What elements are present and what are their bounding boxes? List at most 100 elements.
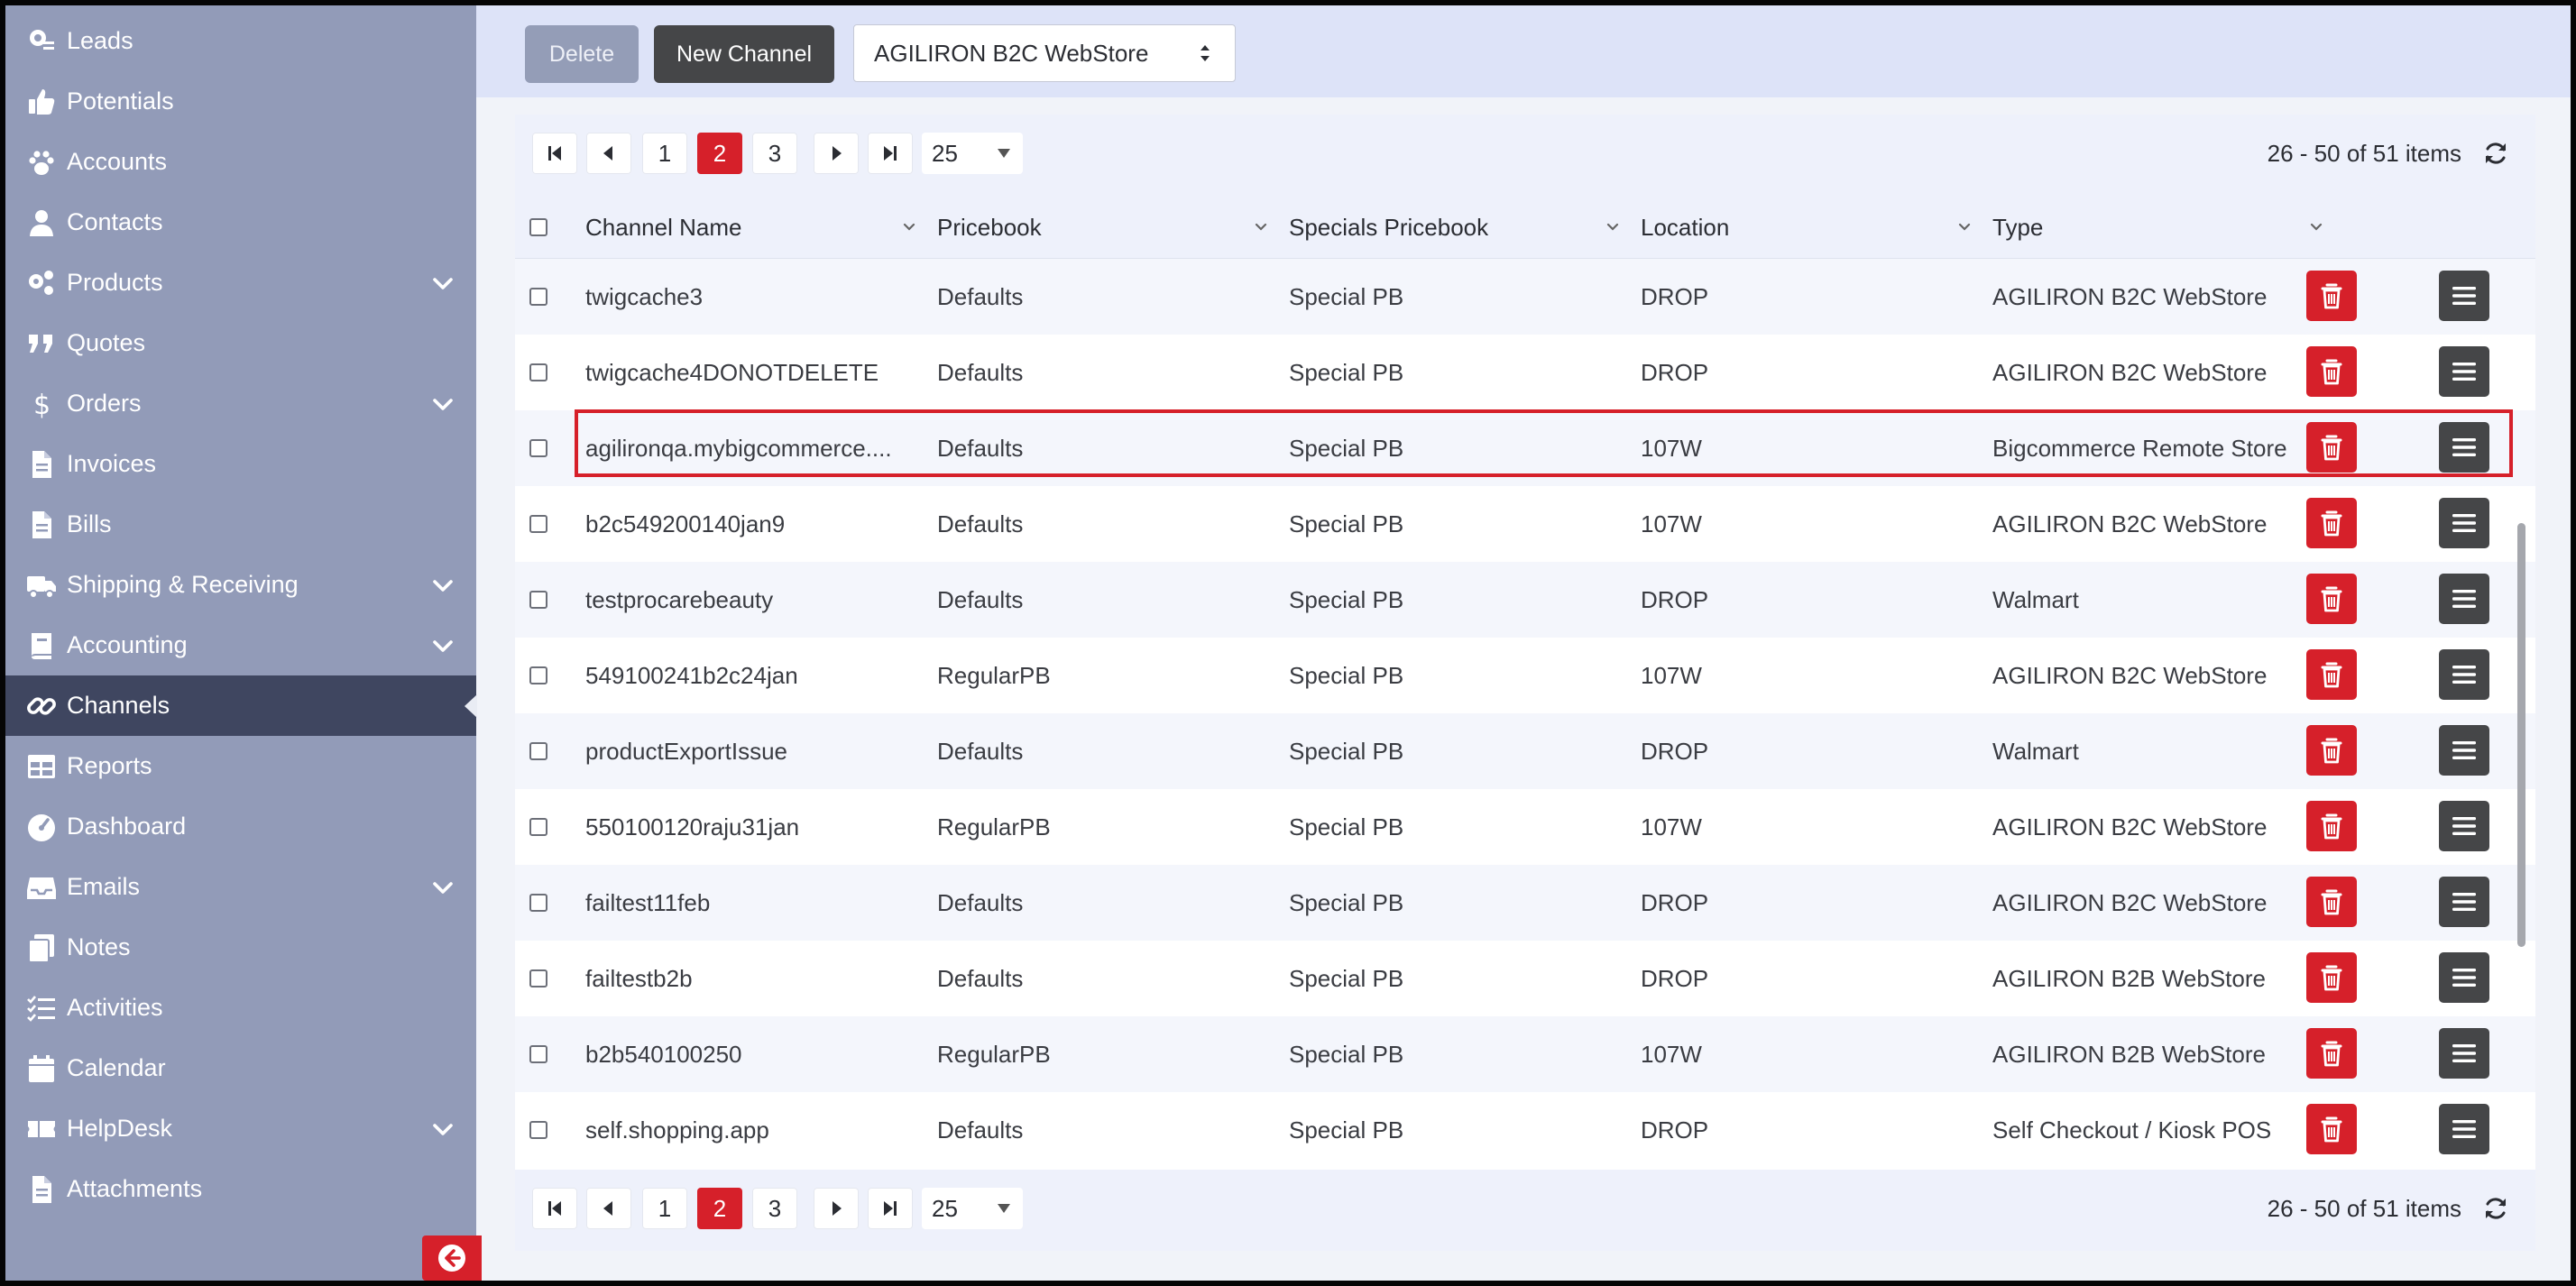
chevron-down-icon[interactable] bbox=[1603, 217, 1623, 237]
row-checkbox[interactable] bbox=[529, 288, 547, 306]
sidebar-item-accounts[interactable]: Accounts bbox=[5, 132, 476, 192]
row-menu-button[interactable] bbox=[2439, 422, 2489, 473]
page-button-3[interactable]: 3 bbox=[752, 133, 797, 174]
column-header-channel-name[interactable]: Channel Name bbox=[585, 196, 919, 259]
prev-page-button[interactable] bbox=[586, 1188, 631, 1229]
column-header-specials-pricebook[interactable]: Specials Pricebook bbox=[1289, 196, 1623, 259]
page-button-1[interactable]: 1 bbox=[642, 133, 687, 174]
table-row[interactable]: productExportIssue Defaults Special PB DROP… bbox=[515, 713, 2535, 789]
grid-scrollbar[interactable] bbox=[2517, 523, 2525, 947]
row-checkbox[interactable] bbox=[529, 666, 547, 684]
delete-row-button[interactable] bbox=[2306, 725, 2357, 776]
cell-name[interactable]: testprocarebeauty bbox=[585, 562, 773, 638]
sidebar-item-reports[interactable]: Reports bbox=[5, 736, 476, 796]
row-checkbox[interactable] bbox=[529, 969, 547, 987]
chevron-down-icon[interactable] bbox=[899, 217, 919, 237]
delete-row-button[interactable] bbox=[2306, 801, 2357, 851]
row-menu-button[interactable] bbox=[2439, 801, 2489, 851]
cell-name[interactable]: twigcache3 bbox=[585, 259, 703, 335]
cell-name[interactable]: twigcache4DONOTDELETE bbox=[585, 335, 879, 410]
cell-name[interactable]: failtest11feb bbox=[585, 865, 710, 941]
column-header-type[interactable]: Type bbox=[1992, 196, 2326, 259]
table-row[interactable]: b2c549200140jan9 Defaults Special PB 107W AG… bbox=[515, 486, 2535, 562]
row-checkbox[interactable] bbox=[529, 515, 547, 533]
cell-name[interactable]: self.shopping.app bbox=[585, 1092, 769, 1168]
next-page-button[interactable] bbox=[814, 1188, 859, 1229]
row-checkbox[interactable] bbox=[529, 591, 547, 609]
next-page-button[interactable] bbox=[814, 133, 859, 174]
row-menu-button[interactable] bbox=[2439, 574, 2489, 624]
row-menu-button[interactable] bbox=[2439, 649, 2489, 700]
sidebar-item-channels[interactable]: Channels bbox=[5, 675, 477, 736]
sidebar-item-leads[interactable]: Leads bbox=[5, 11, 476, 71]
row-checkbox[interactable] bbox=[529, 363, 547, 381]
table-row[interactable]: twigcache3 Defaults Special PB DROP AGILIRON… bbox=[515, 259, 2535, 335]
sidebar-item-activities[interactable]: Activities bbox=[5, 978, 476, 1038]
sidebar-item-accounting[interactable]: Accounting bbox=[5, 615, 476, 675]
page-size-select[interactable]: 25 bbox=[922, 1188, 1023, 1229]
row-checkbox[interactable] bbox=[529, 742, 547, 760]
refresh-icon[interactable] bbox=[2481, 1194, 2510, 1223]
table-row[interactable]: 550100120raju31jan RegularPB Special PB 107… bbox=[515, 789, 2535, 865]
table-row[interactable]: twigcache4DONOTDELETE Defaults Special PB D… bbox=[515, 335, 2535, 410]
cell-name[interactable]: 549100241b2c24jan bbox=[585, 638, 798, 713]
chevron-down-icon[interactable] bbox=[1251, 217, 1271, 237]
row-menu-button[interactable] bbox=[2439, 1104, 2489, 1154]
row-menu-button[interactable] bbox=[2439, 271, 2489, 321]
page-button-3[interactable]: 3 bbox=[752, 1188, 797, 1229]
store-type-select[interactable]: AGILIRON B2C WebStore bbox=[853, 24, 1236, 82]
delete-row-button[interactable] bbox=[2306, 498, 2357, 548]
chevron-down-icon[interactable] bbox=[429, 874, 456, 901]
page-button-2[interactable]: 2 bbox=[697, 1188, 742, 1229]
chevron-down-icon[interactable] bbox=[1955, 217, 1974, 237]
sidebar-item-bills[interactable]: Bills bbox=[5, 494, 476, 555]
cell-name[interactable]: productExportIssue bbox=[585, 713, 787, 789]
row-checkbox[interactable] bbox=[529, 1045, 547, 1063]
delete-row-button[interactable] bbox=[2306, 1104, 2357, 1154]
row-menu-button[interactable] bbox=[2439, 877, 2489, 927]
sidebar-item-dashboard[interactable]: Dashboard bbox=[5, 796, 476, 857]
chevron-down-icon[interactable] bbox=[429, 572, 456, 599]
sidebar-item-shipping-receiving[interactable]: Shipping & Receiving bbox=[5, 555, 476, 615]
sidebar-item-emails[interactable]: Emails bbox=[5, 857, 476, 917]
select-all-checkbox[interactable] bbox=[529, 218, 547, 236]
sidebar-item-notes[interactable]: Notes bbox=[5, 917, 476, 978]
sidebar-item-calendar[interactable]: Calendar bbox=[5, 1038, 476, 1098]
delete-row-button[interactable] bbox=[2306, 574, 2357, 624]
cell-name[interactable]: b2c549200140jan9 bbox=[585, 486, 785, 562]
row-menu-button[interactable] bbox=[2439, 498, 2489, 548]
cell-name[interactable]: failtestb2b bbox=[585, 941, 693, 1016]
cell-name[interactable]: agilironqa.mybigcommerce.... bbox=[585, 410, 892, 486]
refresh-icon[interactable] bbox=[2481, 139, 2510, 168]
new-channel-button[interactable]: New Channel bbox=[654, 25, 834, 83]
first-page-button[interactable] bbox=[532, 1188, 577, 1229]
table-row[interactable]: 549100241b2c24jan RegularPB Special PB 107W… bbox=[515, 638, 2535, 713]
row-menu-button[interactable] bbox=[2439, 725, 2489, 776]
chevron-down-icon[interactable] bbox=[429, 270, 456, 297]
table-row[interactable]: testprocarebeauty Defaults Special PB DROP W… bbox=[515, 562, 2535, 638]
sidebar-item-products[interactable]: Products bbox=[5, 253, 476, 313]
chevron-down-icon[interactable] bbox=[2306, 217, 2326, 237]
page-button-2[interactable]: 2 bbox=[697, 133, 742, 174]
row-menu-button[interactable] bbox=[2439, 952, 2489, 1003]
delete-row-button[interactable] bbox=[2306, 877, 2357, 927]
collapse-sidebar-button[interactable] bbox=[422, 1235, 482, 1281]
row-menu-button[interactable] bbox=[2439, 1028, 2489, 1079]
delete-row-button[interactable] bbox=[2306, 649, 2357, 700]
delete-button[interactable]: Delete bbox=[525, 25, 639, 83]
page-size-select[interactable]: 25 bbox=[922, 133, 1023, 174]
delete-row-button[interactable] bbox=[2306, 422, 2357, 473]
column-header-pricebook[interactable]: Pricebook bbox=[937, 196, 1271, 259]
sidebar-item-helpdesk[interactable]: HelpDesk bbox=[5, 1098, 476, 1159]
table-row[interactable]: agilironqa.mybigcommerce.... Defaults Spec… bbox=[515, 410, 2535, 486]
sidebar-item-orders[interactable]: $ Orders bbox=[5, 373, 476, 434]
first-page-button[interactable] bbox=[532, 133, 577, 174]
row-menu-button[interactable] bbox=[2439, 346, 2489, 397]
prev-page-button[interactable] bbox=[586, 133, 631, 174]
delete-row-button[interactable] bbox=[2306, 952, 2357, 1003]
delete-row-button[interactable] bbox=[2306, 271, 2357, 321]
last-page-button[interactable] bbox=[868, 133, 913, 174]
sidebar-item-contacts[interactable]: Contacts bbox=[5, 192, 476, 253]
chevron-down-icon[interactable] bbox=[429, 632, 456, 659]
delete-row-button[interactable] bbox=[2306, 346, 2357, 397]
